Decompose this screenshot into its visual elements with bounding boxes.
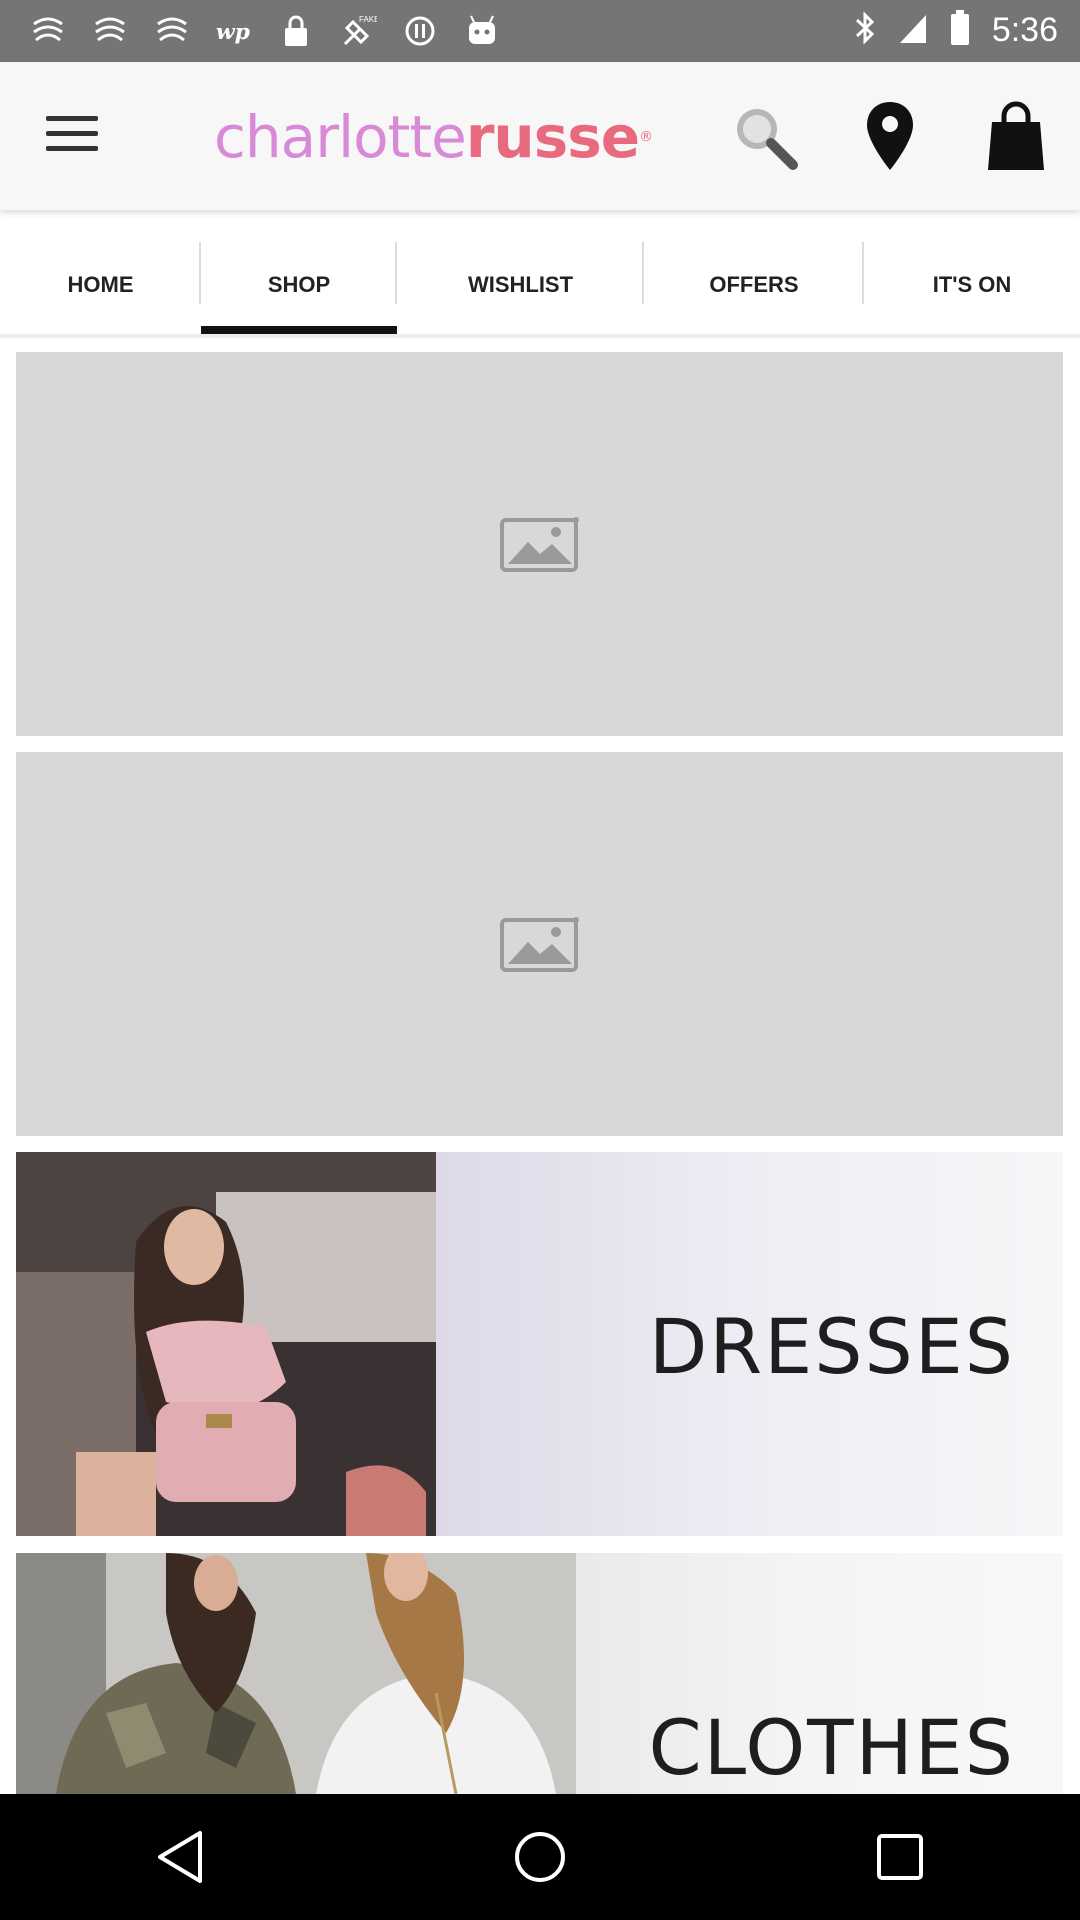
tab-wishlist[interactable]: WISHLIST <box>397 236 644 334</box>
notification-icons: wp FAKE <box>28 12 502 50</box>
search-button[interactable] <box>728 100 800 172</box>
logo-text-russe: russe <box>465 103 640 171</box>
recents-button[interactable] <box>850 1807 950 1907</box>
home-icon <box>515 1832 565 1882</box>
brand-logo[interactable]: charlotte russe ® <box>214 102 653 172</box>
tab-its-on-label: IT'S ON <box>932 272 1012 297</box>
lock-icon <box>276 12 316 50</box>
status-time: 5:36 <box>991 11 1058 49</box>
tab-wishlist-label: WISHLIST <box>467 272 574 297</box>
back-button[interactable] <box>130 1807 230 1907</box>
dresses-banner-label: DRESSES <box>648 1302 1015 1391</box>
svg-text:wp: wp <box>216 20 250 45</box>
image-placeholder-icon <box>499 917 579 972</box>
system-nav-bar <box>0 1794 1080 1920</box>
logo-text-charlotte: charlotte <box>214 103 467 171</box>
tab-home[interactable]: HOME <box>0 236 201 334</box>
clothes-models-photo <box>16 1553 576 1794</box>
menu-button[interactable] <box>46 116 98 156</box>
notification-icon <box>90 12 130 50</box>
recents-icon <box>877 1834 923 1880</box>
wp-icon: wp <box>214 12 254 50</box>
bluetooth-icon <box>854 10 876 51</box>
tab-shop[interactable]: SHOP <box>201 236 397 334</box>
app-bar: charlotte russe ® <box>0 62 1080 210</box>
info-icon <box>400 12 440 50</box>
tab-home-label: HOME <box>67 272 134 297</box>
tab-bar: HOME SHOP WISHLIST OFFERS IT'S ON <box>0 236 1080 338</box>
shopping-bag-button[interactable] <box>980 100 1052 172</box>
search-icon <box>737 109 798 170</box>
tab-offers[interactable]: OFFERS <box>644 236 864 334</box>
svg-text:FAKE: FAKE <box>359 15 377 24</box>
menu-icon <box>46 116 98 121</box>
tab-shop-label: SHOP <box>267 272 331 297</box>
location-pin-icon <box>867 102 913 170</box>
status-right: 5:36 <box>854 10 1058 51</box>
image-placeholder-icon <box>499 517 579 572</box>
status-bar: wp FAKE 5:36 <box>0 0 1080 62</box>
notification-icon <box>152 12 192 50</box>
battery-icon <box>950 10 970 51</box>
tab-its-on[interactable]: IT'S ON <box>864 236 1080 334</box>
home-button[interactable] <box>490 1807 590 1907</box>
logo-registered-mark: ® <box>639 129 653 145</box>
fake-gps-icon: FAKE <box>338 12 378 50</box>
clothes-banner-label: CLOTHES <box>648 1703 1015 1792</box>
promo-tile-1[interactable] <box>16 352 1063 736</box>
android-icon <box>462 12 502 50</box>
signal-icon <box>898 11 928 50</box>
clothes-banner[interactable]: CLOTHES <box>16 1553 1063 1794</box>
promo-tile-2[interactable] <box>16 752 1063 1136</box>
shopping-bag-icon <box>988 101 1044 170</box>
active-tab-indicator <box>201 326 397 334</box>
notification-icon <box>28 12 68 50</box>
store-locator-button[interactable] <box>854 100 926 172</box>
tab-offers-label: OFFERS <box>709 272 799 297</box>
dresses-model-photo <box>16 1152 436 1536</box>
back-icon <box>158 1831 202 1883</box>
dresses-banner[interactable]: DRESSES <box>16 1152 1063 1536</box>
